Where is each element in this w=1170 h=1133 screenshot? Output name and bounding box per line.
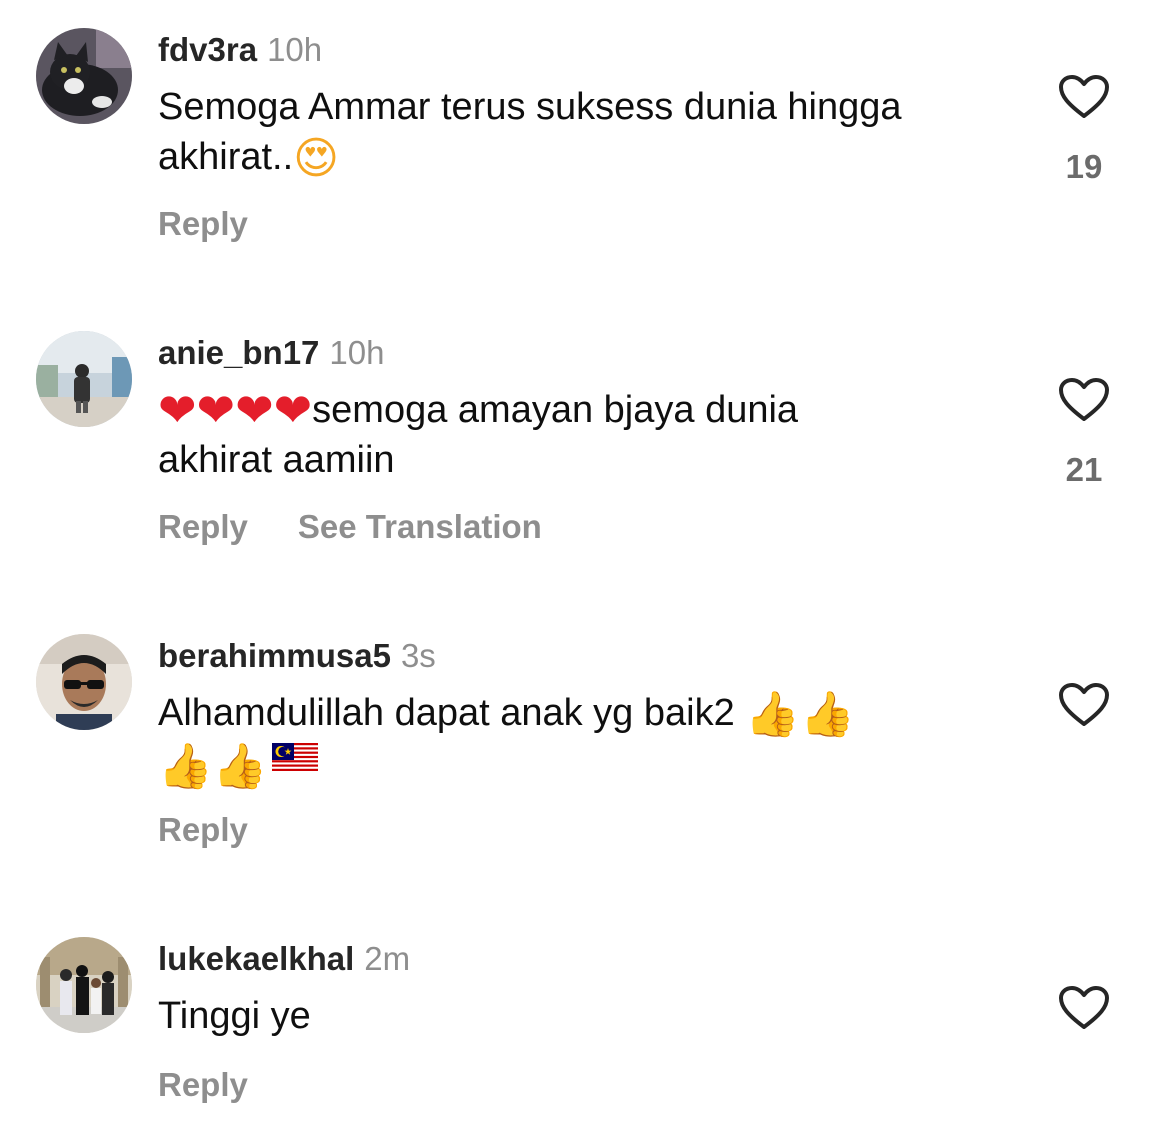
like-area: 19 xyxy=(1056,74,1112,186)
like-area: 21 xyxy=(1056,377,1112,489)
red-heart-emoji: ❤❤❤❤ xyxy=(158,383,313,437)
comment-username[interactable]: berahimmusa5 xyxy=(158,637,391,674)
reply-button[interactable]: Reply xyxy=(158,205,248,242)
comment-text: Alhamdulillah dapat anak yg baik2 👍👍 👍👍 xyxy=(158,688,1018,792)
comment-timestamp: 2m xyxy=(364,940,411,977)
comment-header: fdv3ra 10h xyxy=(158,30,322,70)
comment-actions: Reply xyxy=(158,204,248,244)
like-area xyxy=(1056,682,1112,728)
comment-text: ❤❤❤❤semoga amayan bjaya dunia akhirat aa… xyxy=(158,385,1018,485)
thumbs-up-emoji: 👍👍 xyxy=(158,741,268,792)
heart-outline-icon[interactable] xyxy=(1058,682,1110,728)
comment-item: anie_bn17 10h ❤❤❤❤semoga amayan bjaya dun… xyxy=(0,331,1170,561)
malaysia-flag-icon xyxy=(271,743,318,773)
comment-timestamp: 3s xyxy=(400,637,436,674)
person-outdoor-avatar-icon[interactable] xyxy=(36,331,132,427)
comment-timestamp: 10h xyxy=(267,31,323,68)
cat-avatar-icon[interactable] xyxy=(36,28,132,124)
comment-text: Semoga Ammar terus suksess dunia hingga … xyxy=(158,82,1018,184)
reply-button[interactable]: Reply xyxy=(158,811,248,848)
comment-header: berahimmusa5 3s xyxy=(158,636,436,676)
heart-eyes-emoji: 😍 xyxy=(293,133,340,184)
heart-outline-icon[interactable] xyxy=(1058,985,1110,1031)
heart-outline-icon[interactable] xyxy=(1058,74,1110,120)
like-area xyxy=(1056,985,1112,1031)
comment-text-line: akhirat aamiin xyxy=(158,439,395,481)
reply-button[interactable]: Reply xyxy=(158,1066,248,1103)
comment-item: lukekaelkhal 2m Tinggi ye Reply xyxy=(0,937,1170,1127)
comment-text-line: Tinggi ye xyxy=(158,995,311,1037)
comment-text: Tinggi ye xyxy=(158,991,1018,1041)
comment-text-line: semoga amayan bjaya dunia xyxy=(312,389,799,431)
comment-username[interactable]: fdv3ra xyxy=(158,31,257,68)
heart-outline-icon[interactable] xyxy=(1058,377,1110,423)
see-translation-button[interactable]: See Translation xyxy=(298,508,542,545)
comment-actions: Reply xyxy=(158,1065,248,1105)
family-group-avatar-icon[interactable] xyxy=(36,937,132,1033)
comment-text-line: Semoga Ammar terus suksess dunia hingga xyxy=(158,86,902,128)
thumbs-up-emoji: 👍👍 xyxy=(745,689,855,740)
comment-item: berahimmusa5 3s Alhamdulillah dapat anak … xyxy=(0,634,1170,864)
comment-timestamp: 10h xyxy=(329,334,385,371)
comment-text-line: Alhamdulillah dapat anak yg baik2 xyxy=(158,692,735,734)
comment-actions: Reply xyxy=(158,810,248,850)
like-count: 21 xyxy=(1065,451,1103,488)
comment-header: anie_bn17 10h xyxy=(158,333,384,373)
comment-text-line: akhirat.. xyxy=(158,136,294,178)
man-sunglasses-avatar-icon[interactable] xyxy=(36,634,132,730)
reply-button[interactable]: Reply xyxy=(158,508,248,545)
like-count: 19 xyxy=(1065,148,1103,185)
comment-actions: Reply See Translation xyxy=(158,507,542,547)
comment-username[interactable]: anie_bn17 xyxy=(158,334,319,371)
comment-header: lukekaelkhal 2m xyxy=(158,939,410,979)
comment-username[interactable]: lukekaelkhal xyxy=(158,940,354,977)
comment-item: fdv3ra 10h Semoga Ammar terus suksess dun… xyxy=(0,28,1170,258)
